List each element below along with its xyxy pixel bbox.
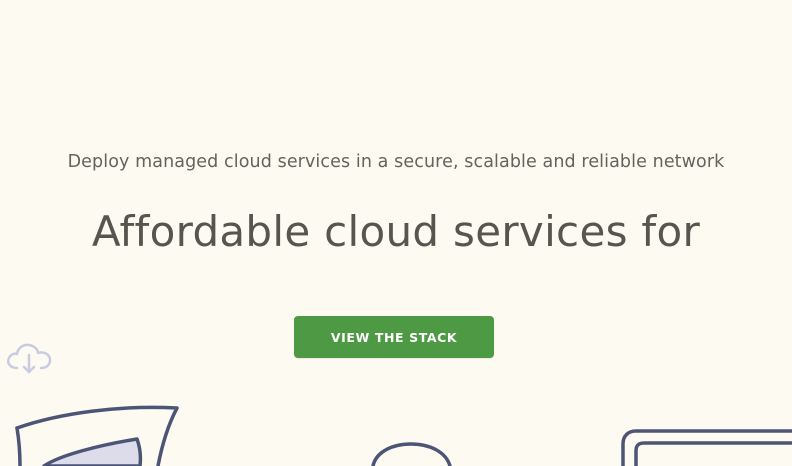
circle-sketch xyxy=(371,442,452,466)
monitor-sketch xyxy=(621,429,792,466)
document-sketch xyxy=(15,405,179,466)
hero-subtitle: Deploy managed cloud services in a secur… xyxy=(67,152,725,172)
hero-headline: Affordable cloud services for xyxy=(91,207,701,256)
hero-illustration xyxy=(15,405,792,466)
cloud-download-icon xyxy=(7,343,52,374)
hero-section: Deploy managed cloud services in a secur… xyxy=(0,0,792,466)
view-the-stack-button[interactable]: VIEW THE STACK xyxy=(294,316,494,358)
